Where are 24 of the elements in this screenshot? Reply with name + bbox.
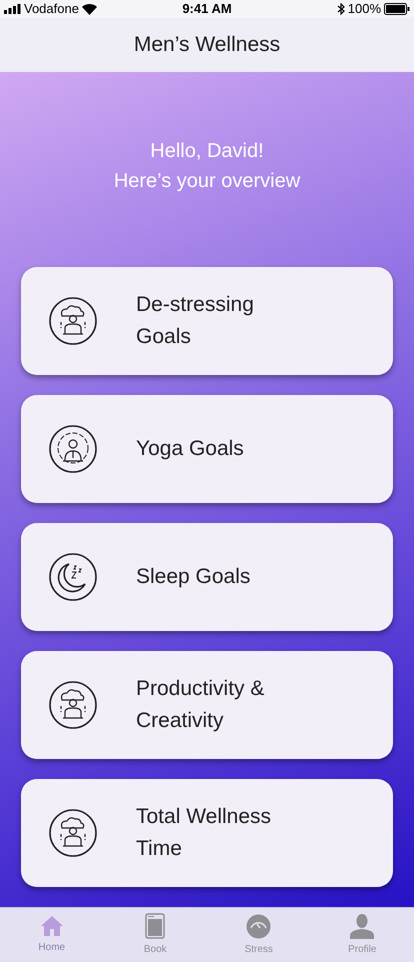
- greeting-text: Here’s your overview: [114, 169, 300, 194]
- goal-card[interactable]: Sleep Goals: [21, 523, 393, 631]
- screen-title: Men’s Wellness: [134, 32, 280, 58]
- battery-percent: 100%: [348, 0, 381, 18]
- goal-card[interactable]: Yoga Goals: [21, 395, 393, 503]
- goal-card[interactable]: Productivity & Creativity: [21, 651, 393, 759]
- home-icon: [40, 915, 64, 937]
- signal-icon: [4, 4, 21, 14]
- person-icon: [349, 913, 376, 939]
- moon-icon: [48, 552, 98, 602]
- carrier-name: Vodafone: [24, 0, 79, 18]
- stressed-person-icon: [48, 296, 98, 346]
- stressed-person-icon: [48, 808, 98, 858]
- gauge-icon: [246, 914, 272, 938]
- stressed-person-icon: [48, 680, 98, 730]
- bluetooth-icon: [336, 3, 345, 15]
- battery-icon: [384, 3, 410, 15]
- goal-card[interactable]: Total Wellness Time: [21, 779, 393, 887]
- greeting-text: Hello, David!: [150, 139, 264, 164]
- wifi-icon: [82, 4, 97, 14]
- meditating-person-icon: [48, 424, 98, 474]
- clock-time: 9:41 AM: [182, 0, 232, 18]
- book-icon: [145, 913, 166, 939]
- goal-card[interactable]: De-stressing Goals: [21, 267, 393, 375]
